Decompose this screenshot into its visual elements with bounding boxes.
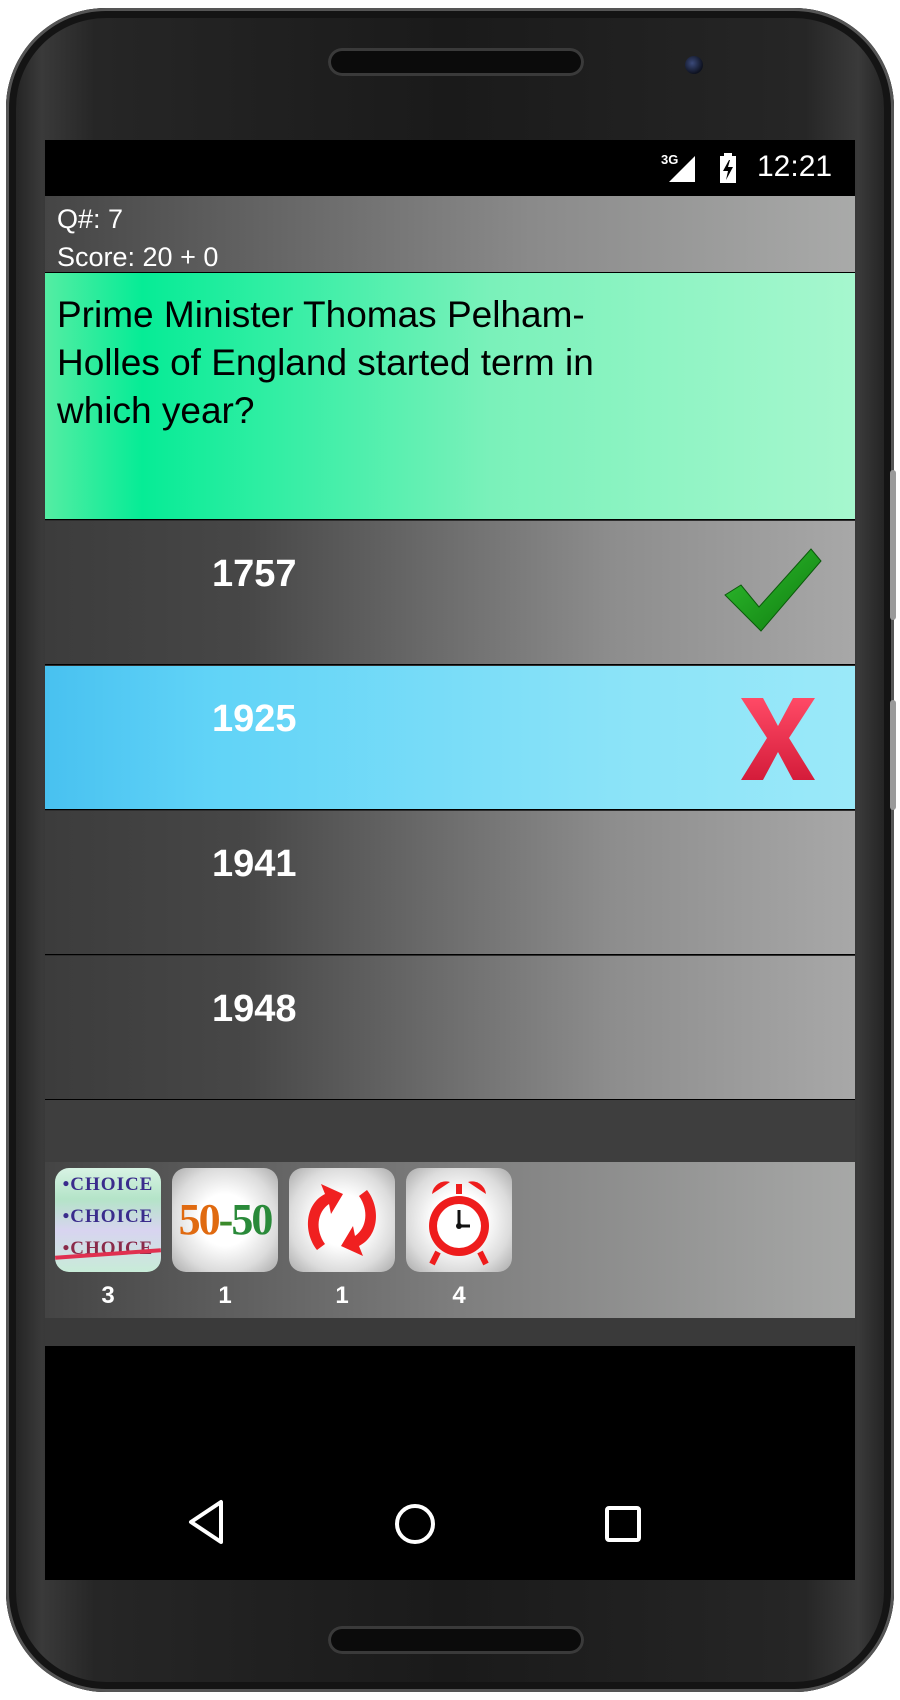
recents-icon[interactable] <box>603 1504 643 1544</box>
swap-count: 1 <box>335 1282 349 1309</box>
answer-label: 1925 <box>212 698 297 740</box>
bottom-strip <box>45 1318 855 1346</box>
question-number: Q#: 7 <box>57 204 124 234</box>
answer-option-1[interactable]: 1757 <box>45 520 855 664</box>
battery-charging-icon <box>720 153 736 183</box>
fifty-fifty-count: 1 <box>218 1282 232 1309</box>
status-bar: 3G 12:21 <box>45 140 855 196</box>
swap-arrows-icon <box>307 1184 377 1256</box>
answer-option-2[interactable]: 1925 <box>45 665 855 809</box>
front-camera <box>685 56 703 74</box>
choice-line: •CHOICE <box>62 1206 154 1227</box>
lifeline-bar: •CHOICE •CHOICE •CHOICE 3 50-50 1 1 4 <box>45 1162 855 1318</box>
divider-bar <box>45 1100 855 1162</box>
answer-label: 1948 <box>212 988 297 1030</box>
bottom-speaker <box>328 1626 584 1654</box>
answer-option-3[interactable]: 1941 <box>45 810 855 954</box>
question-panel: Prime Minister Thomas Pelham-Holles of E… <box>45 273 855 519</box>
top-speaker <box>328 48 584 76</box>
answer-label: 1757 <box>212 553 297 595</box>
check-icon <box>724 548 822 632</box>
fifty-fifty-button[interactable]: 50-50 <box>172 1168 278 1272</box>
fifty-fifty-icon: 50-50 <box>178 1195 274 1244</box>
question-text: Prime Minister Thomas Pelham-Holles of E… <box>57 294 594 431</box>
choice-count: 3 <box>101 1282 115 1309</box>
choice-lifeline-button[interactable]: •CHOICE •CHOICE •CHOICE <box>55 1168 161 1272</box>
choice-line: •CHOICE <box>62 1174 154 1195</box>
swap-question-button[interactable] <box>289 1168 395 1272</box>
answer-label: 1941 <box>212 843 297 885</box>
quiz-header: Q#: 7 Score: 20 + 0 <box>45 196 855 272</box>
signal-icon <box>669 156 695 182</box>
add-time-button[interactable] <box>406 1168 512 1272</box>
score: Score: 20 + 0 <box>57 242 219 272</box>
clock: 12:21 <box>757 150 833 183</box>
answer-option-4[interactable]: 1948 <box>45 955 855 1099</box>
home-icon[interactable] <box>393 1502 437 1546</box>
volume-button <box>890 470 896 620</box>
power-button <box>890 700 896 810</box>
back-icon[interactable] <box>187 1498 227 1546</box>
alarm-clock-icon <box>429 1181 489 1266</box>
screen: 3G 12:21 Q#: 7 Score: 20 + 0 Prime Minis… <box>45 140 855 1580</box>
add-time-count: 4 <box>452 1282 466 1309</box>
x-icon <box>741 698 815 780</box>
